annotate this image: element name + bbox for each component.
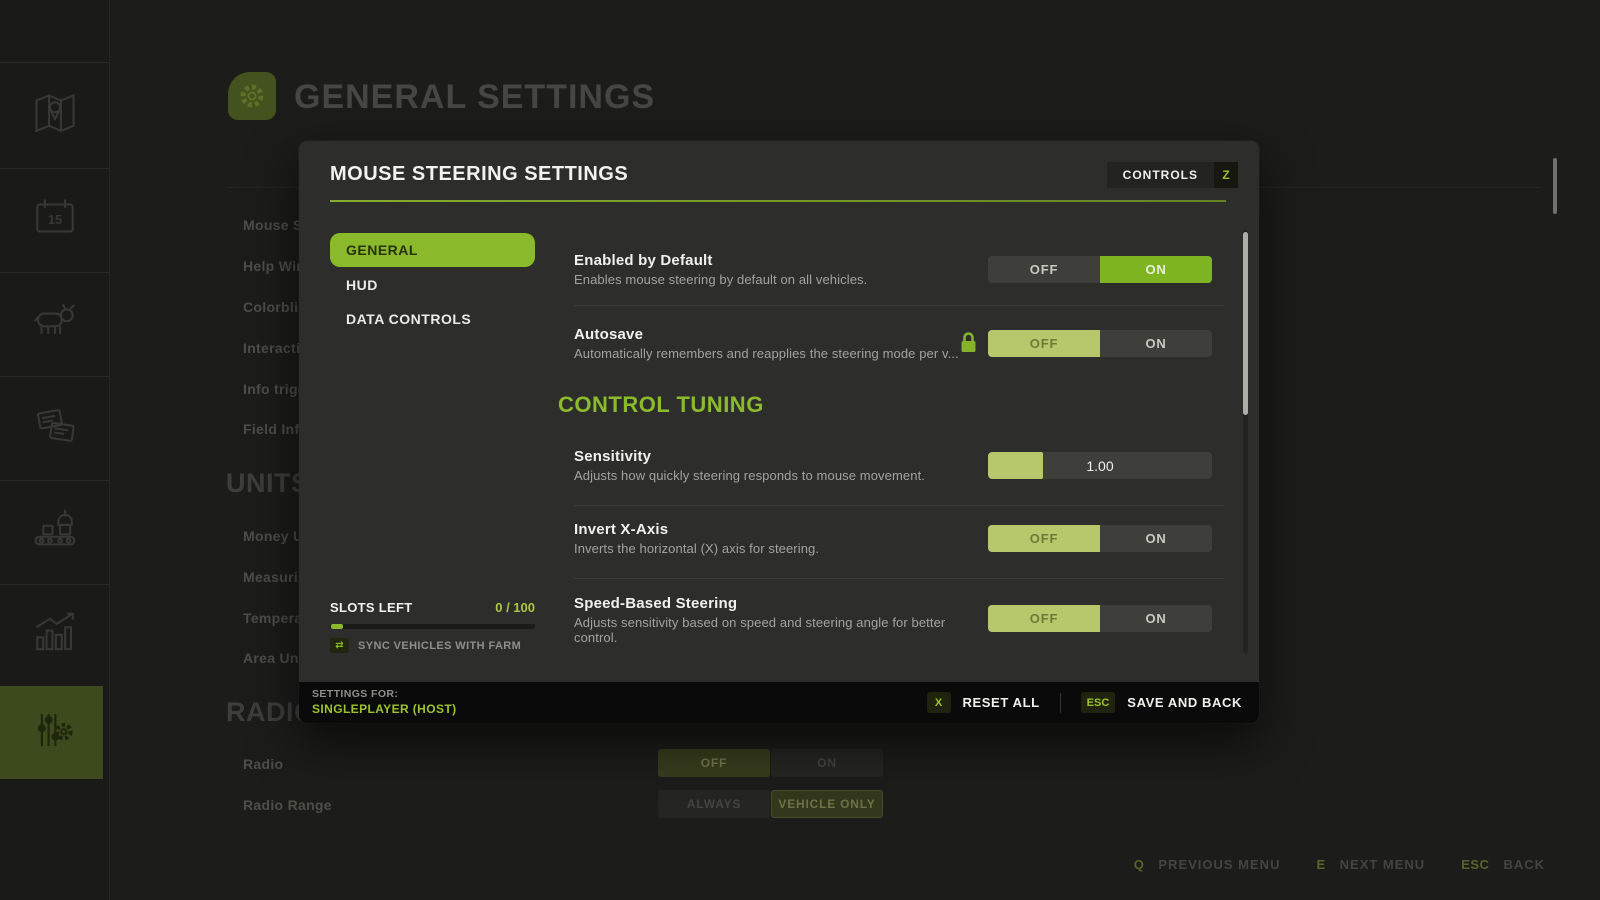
sync-arrows-icon: ⇄ — [330, 638, 349, 653]
bg-menu-item[interactable]: Info trigg — [243, 381, 307, 397]
settings-for-label: SETTINGS FOR: — [312, 688, 457, 700]
slots-panel: SLOTS LEFT 0 / 100 ⇄ SYNC VEHICLES WITH … — [330, 600, 535, 653]
save-and-back-button[interactable]: SAVE AND BACK — [1127, 695, 1242, 710]
page-title: GENERAL SETTINGS — [294, 78, 655, 117]
bg-radio-off-button[interactable]: OFF — [658, 749, 770, 777]
control-tuning-section-header: CONTROL TUNING — [558, 392, 764, 418]
toggle-off-button[interactable]: OFF — [988, 605, 1100, 632]
tab-hud[interactable]: HUD — [346, 277, 551, 293]
slots-progress-fill — [331, 624, 343, 629]
sync-vehicles-label: SYNC VEHICLES WITH FARM — [358, 640, 521, 652]
toggle-on-button[interactable]: ON — [1100, 256, 1212, 283]
setting-title: Enabled by Default — [574, 252, 713, 269]
sidebar-item-contracts[interactable] — [0, 376, 110, 480]
screen: 15 — [0, 0, 1600, 900]
animals-icon — [28, 295, 82, 354]
production-icon — [28, 503, 82, 562]
svg-text:15: 15 — [48, 212, 62, 226]
bg-radio-on-button[interactable]: ON — [771, 749, 883, 777]
slots-progress-bar — [330, 624, 535, 629]
row-divider — [574, 305, 1224, 306]
bg-menu-item[interactable]: Measurin — [243, 569, 307, 585]
next-menu-hint[interactable]: NEXT MENU — [1340, 857, 1426, 872]
key-z-badge: Z — [1214, 162, 1238, 188]
setting-title: Speed-Based Steering — [574, 595, 737, 612]
bg-section-units: UNITS — [226, 468, 310, 499]
back-hint[interactable]: BACK — [1503, 857, 1545, 872]
tab-data-controls[interactable]: DATA CONTROLS — [346, 311, 551, 327]
toggle-off-button[interactable]: OFF — [988, 525, 1100, 552]
slots-left-label: SLOTS LEFT — [330, 600, 412, 615]
dialog-title: MOUSE STEERING SETTINGS — [330, 163, 628, 186]
tab-data-controls-label: DATA CONTROLS — [346, 311, 471, 327]
sensitivity-slider[interactable]: 1.00 — [988, 452, 1212, 479]
key-esc: ESC — [1461, 857, 1489, 872]
bg-radio-vehicleonly-button[interactable]: VEHICLE ONLY — [771, 790, 883, 818]
sensitivity-value: 1.00 — [988, 452, 1212, 479]
key-esc-badge: ESC — [1081, 692, 1116, 713]
setting-desc: Enables mouse steering by default on all… — [574, 272, 867, 287]
bg-radio-range-label: Radio Range — [243, 797, 332, 813]
settings-for-value: SINGLEPLAYER (HOST) — [312, 702, 457, 716]
dialog-footer: SETTINGS FOR: SINGLEPLAYER (HOST) X RESE… — [299, 682, 1259, 723]
toggle-on-button[interactable]: ON — [1100, 525, 1212, 552]
key-q: Q — [1134, 857, 1145, 872]
settings-icon — [25, 703, 79, 762]
sidebar: 15 — [0, 0, 110, 900]
bg-menu-item[interactable]: Temperat — [243, 610, 307, 626]
key-e: E — [1316, 857, 1325, 872]
bg-radio-always-button[interactable]: ALWAYS — [658, 790, 770, 818]
controls-shortcut[interactable]: CONTROLS Z — [1107, 162, 1238, 188]
sidebar-item-map[interactable] — [0, 64, 110, 168]
tab-general-label: GENERAL — [346, 242, 418, 258]
sync-vehicles-row[interactable]: ⇄ SYNC VEHICLES WITH FARM — [330, 638, 535, 653]
toggle-off-button[interactable]: OFF — [988, 330, 1100, 357]
header-accent-line — [330, 200, 1226, 202]
slots-left-value: 0 / 100 — [495, 600, 535, 615]
row-divider — [574, 578, 1224, 579]
sidebar-item-settings-active[interactable] — [0, 686, 103, 779]
controls-label: CONTROLS — [1107, 162, 1214, 188]
row-divider — [574, 505, 1224, 506]
setting-title: Autosave — [574, 326, 643, 343]
bg-menu-item[interactable]: Money U — [243, 528, 303, 544]
reset-all-button[interactable]: RESET ALL — [963, 695, 1040, 710]
toggle-on-button[interactable]: ON — [1100, 330, 1212, 357]
dialog-scrollbar-thumb[interactable] — [1243, 232, 1248, 415]
setting-desc: Automatically remembers and reapplies th… — [574, 346, 959, 361]
setting-title: Invert X-Axis — [574, 521, 668, 538]
contracts-icon — [28, 399, 82, 458]
map-icon — [28, 87, 82, 146]
key-x-badge: X — [927, 692, 951, 713]
bg-menu-item[interactable]: Mouse St — [243, 217, 308, 233]
tab-hud-label: HUD — [346, 277, 378, 293]
sidebar-item-animals[interactable] — [0, 272, 110, 376]
bg-radio-label: Radio — [243, 756, 283, 772]
sidebar-item-statistics[interactable] — [0, 584, 110, 688]
setting-desc: Inverts the horizontal (X) axis for stee… — [574, 541, 819, 556]
tab-general[interactable]: GENERAL — [330, 233, 535, 267]
setting-desc: Adjusts sensitivity based on speed and s… — [574, 615, 974, 645]
footer-separator — [1060, 693, 1061, 713]
speed-based-steering-toggle: OFF ON — [988, 605, 1212, 632]
bg-menu-item[interactable]: Help Win — [243, 258, 305, 274]
toggle-on-button[interactable]: ON — [1100, 605, 1212, 632]
mouse-steering-settings-dialog: MOUSE STEERING SETTINGS CONTROLS Z GENER… — [299, 141, 1259, 723]
setting-title: Sensitivity — [574, 448, 651, 465]
autosave-toggle: OFF ON — [988, 330, 1212, 357]
bg-menu-item[interactable]: Colorblin — [243, 299, 307, 315]
calendar-icon: 15 — [28, 191, 82, 250]
previous-menu-hint[interactable]: PREVIOUS MENU — [1158, 857, 1280, 872]
sidebar-item-calendar[interactable]: 15 — [0, 168, 110, 272]
bottom-hint-bar: Q PREVIOUS MENU E NEXT MENU ESC BACK — [1134, 857, 1545, 872]
settings-app-icon — [228, 72, 276, 120]
invert-x-axis-toggle: OFF ON — [988, 525, 1212, 552]
page-scrollbar[interactable] — [1553, 158, 1557, 214]
sidebar-item-production[interactable] — [0, 480, 110, 584]
lock-icon — [960, 331, 977, 359]
statistics-icon — [28, 607, 82, 666]
setting-desc: Adjusts how quickly steering responds to… — [574, 468, 925, 483]
enabled-by-default-toggle: OFF ON — [988, 256, 1212, 283]
toggle-off-button[interactable]: OFF — [988, 256, 1100, 283]
